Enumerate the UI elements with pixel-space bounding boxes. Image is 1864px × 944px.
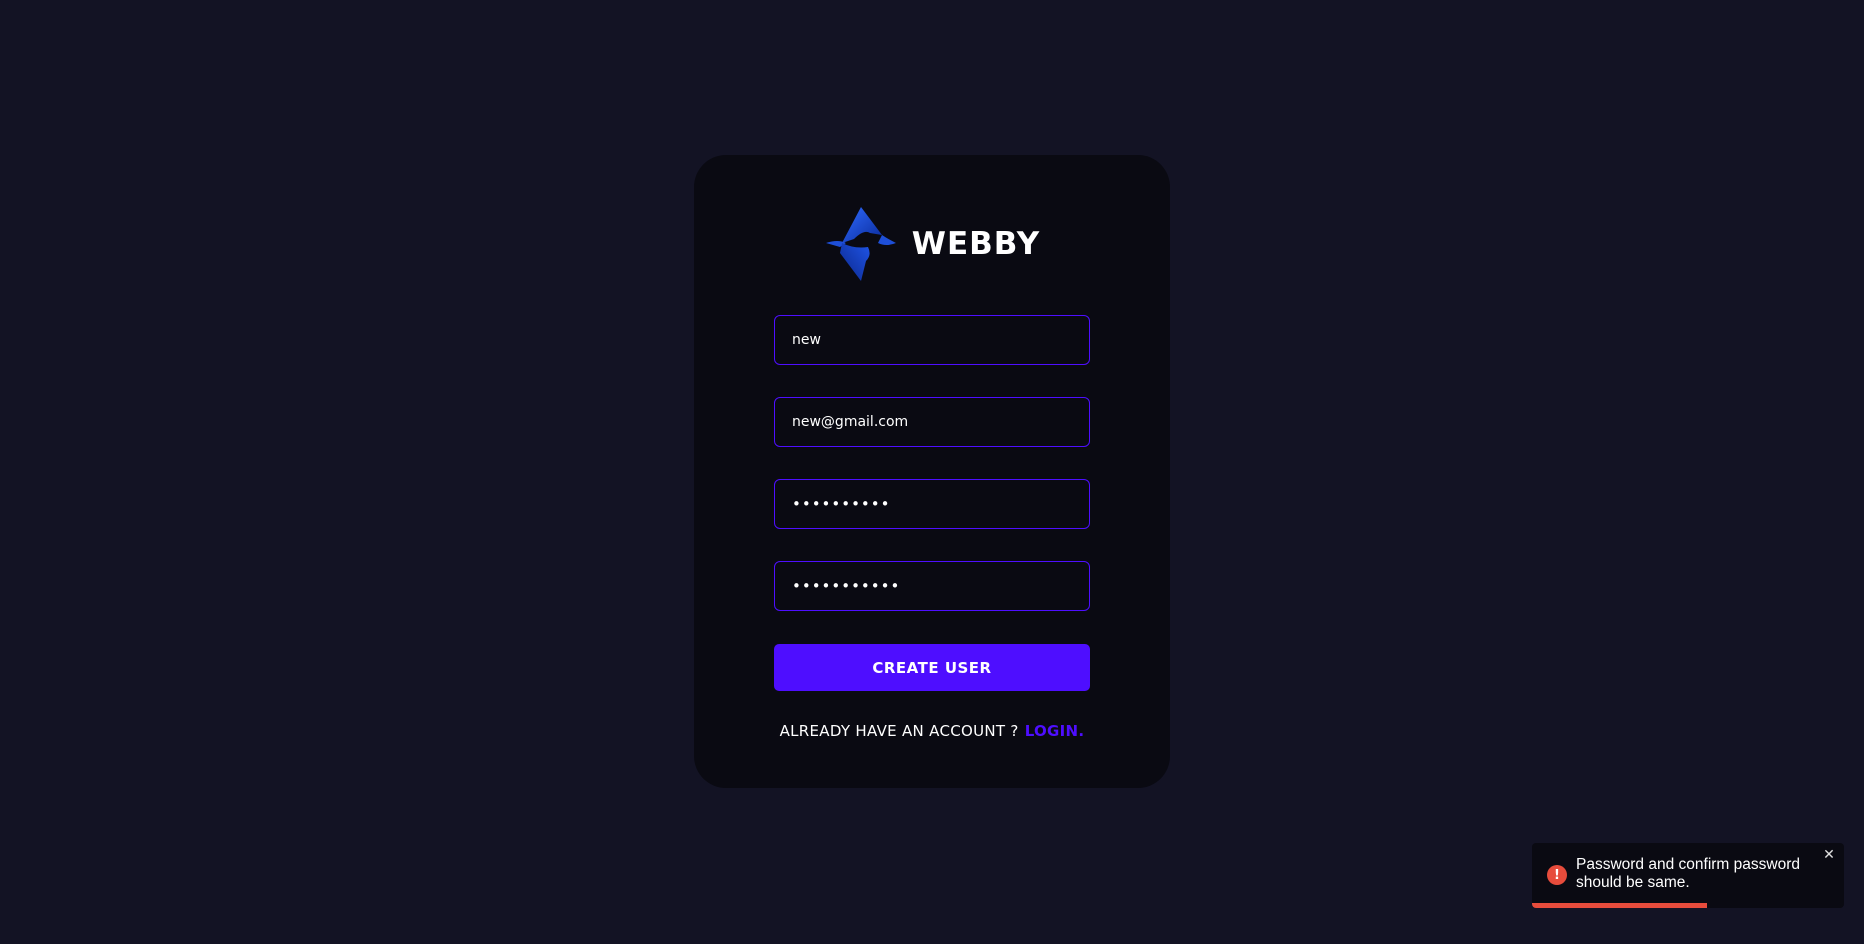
brand-name: WEBBY: [911, 226, 1041, 262]
error-icon: !: [1547, 865, 1567, 885]
close-icon[interactable]: ✕: [1822, 848, 1836, 862]
webby-logo-icon: [825, 207, 896, 281]
email-input[interactable]: new@gmail.com: [774, 397, 1090, 447]
login-link[interactable]: LOGIN.: [1025, 722, 1085, 740]
toast-progress-bar: [1532, 903, 1707, 908]
confirm-password-input[interactable]: •••••••••••: [774, 561, 1090, 611]
login-prompt-text: ALREADY HAVE AN ACCOUNT ?: [779, 722, 1019, 740]
error-toast: ! Password and confirm password should b…: [1532, 843, 1844, 908]
brand: WEBBY: [694, 203, 1170, 285]
create-user-button[interactable]: CREATE USER: [774, 644, 1090, 691]
register-card: WEBBY new new@gmail.com •••••••••• •••••…: [694, 155, 1170, 788]
login-prompt: ALREADY HAVE AN ACCOUNT ? LOGIN.: [774, 720, 1090, 742]
password-input[interactable]: ••••••••••: [774, 479, 1090, 529]
toast-message: Password and confirm password should be …: [1576, 856, 1800, 891]
username-input[interactable]: new: [774, 315, 1090, 365]
